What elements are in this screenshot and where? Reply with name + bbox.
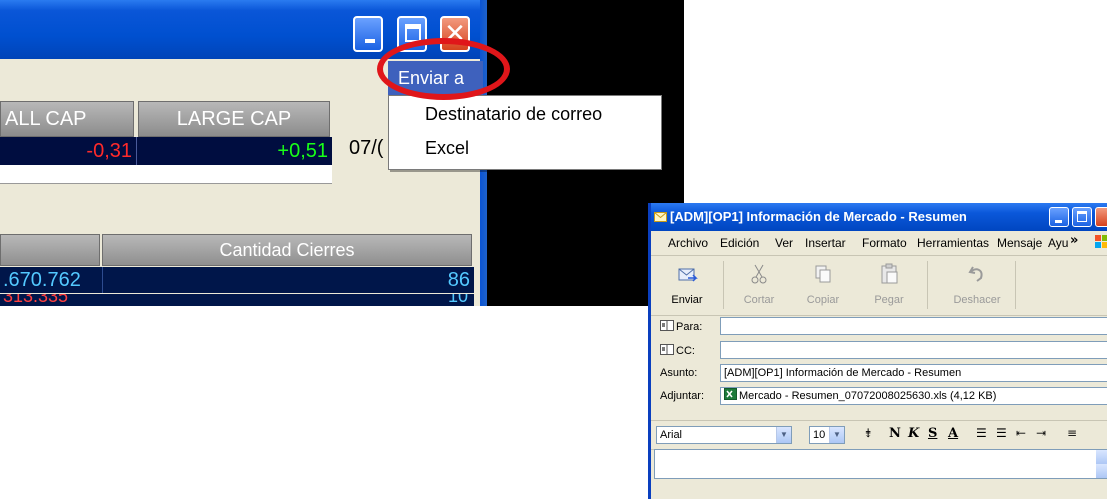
small-cap-header: ALL CAP bbox=[0, 101, 134, 137]
chevron-down-icon[interactable]: ▼ bbox=[776, 427, 791, 443]
menu-ver[interactable]: Ver bbox=[775, 236, 793, 250]
undo-label: Deshacer bbox=[953, 294, 1001, 306]
cc-row: CC: bbox=[651, 341, 1107, 361]
grid-header-amount[interactable] bbox=[0, 234, 100, 266]
mail-minimize-button[interactable] bbox=[1049, 207, 1069, 227]
paste-label: Pegar bbox=[874, 294, 904, 306]
menu-herramientas[interactable]: Herramientas bbox=[917, 236, 989, 250]
format-toolbar: Arial ▼ 10 ▼ ⇟ N K S A ☰ ☰ ⇤ ⇥ ≡ bbox=[651, 420, 1107, 450]
mail-maximize-button[interactable] bbox=[1072, 207, 1092, 227]
menu-ayuda[interactable]: Ayu bbox=[1048, 236, 1068, 250]
table-row[interactable]: 313.335 10 bbox=[0, 294, 474, 306]
font-size-value: 10 bbox=[813, 429, 826, 441]
cc-label: CC: bbox=[660, 344, 695, 357]
menu-edicion[interactable]: Edición bbox=[720, 236, 759, 250]
envelope-icon bbox=[654, 212, 667, 222]
chevron-right-icon[interactable]: » bbox=[1070, 233, 1078, 248]
maximize-icon bbox=[1077, 211, 1087, 222]
attachment-filename[interactable]: Mercado - Resumen_07072008025630.xls (4,… bbox=[739, 390, 996, 402]
cc-label-text: CC: bbox=[676, 345, 695, 357]
undo-icon bbox=[968, 266, 983, 282]
paste-icon bbox=[881, 263, 898, 284]
minimize-button[interactable] bbox=[353, 16, 383, 52]
amount-cell: 313.335 bbox=[3, 294, 69, 306]
bold-button[interactable]: N bbox=[889, 426, 901, 441]
font-select[interactable]: Arial ▼ bbox=[656, 426, 792, 444]
menu-insertar[interactable]: Insertar bbox=[805, 236, 846, 250]
font-color-button[interactable]: A bbox=[948, 426, 958, 441]
send-label: Enviar bbox=[671, 294, 703, 306]
cap-panel-footer bbox=[0, 165, 332, 184]
date-label: 07/( bbox=[349, 137, 384, 159]
decrease-indent-icon[interactable]: ⇤ bbox=[1016, 426, 1026, 440]
toolbar-separator bbox=[1015, 261, 1016, 309]
grid-header-qty[interactable]: Cantidad Cierres bbox=[102, 234, 472, 266]
windows-logo-icon bbox=[1095, 235, 1107, 248]
copy-button[interactable]: Copiar bbox=[795, 263, 851, 306]
numbered-list-icon[interactable]: ☰ bbox=[976, 426, 987, 440]
undo-button[interactable]: Deshacer bbox=[949, 263, 1005, 306]
qty-cell: 10 bbox=[447, 294, 468, 306]
copy-label: Copiar bbox=[806, 294, 840, 306]
table-row[interactable]: .670.762 86 bbox=[0, 267, 474, 293]
paragraph-style-icon[interactable]: ⇟ bbox=[863, 426, 873, 440]
address-book-icon bbox=[660, 344, 674, 355]
mail-close-button[interactable] bbox=[1095, 207, 1107, 227]
subject-label: Asunto: bbox=[660, 367, 698, 379]
mail-title: [ADM][OP1] Información de Mercado - Resu… bbox=[670, 209, 967, 224]
menu-formato[interactable]: Formato bbox=[862, 236, 907, 250]
amount-cell: .670.762 bbox=[3, 269, 81, 291]
subject-row: Asunto: [ADM][OP1] Información de Mercad… bbox=[651, 364, 1107, 384]
annotation-circle bbox=[377, 38, 510, 100]
to-row: Para: bbox=[651, 317, 1107, 337]
to-field[interactable] bbox=[720, 317, 1107, 335]
message-body[interactable] bbox=[654, 449, 1107, 479]
menu-mensaje[interactable]: Mensaje bbox=[997, 236, 1042, 250]
cc-field[interactable] bbox=[720, 341, 1107, 359]
toolbar-separator bbox=[927, 261, 928, 309]
excel-file-icon bbox=[724, 388, 737, 400]
underline-button[interactable]: S bbox=[928, 426, 937, 441]
large-cap-value: +0,51 bbox=[136, 137, 332, 165]
qty-cell: 86 bbox=[447, 269, 470, 291]
cell-divider bbox=[102, 267, 103, 293]
menu-item-excel[interactable]: Excel bbox=[425, 138, 469, 159]
attach-row: Adjuntar: Mercado - Resumen_070720080256… bbox=[651, 387, 1107, 407]
scissors-icon bbox=[751, 264, 767, 284]
address-book-icon bbox=[660, 320, 674, 331]
mail-toolbar: Enviar Cortar Copiar Pegar Deshacer bbox=[651, 255, 1107, 316]
subject-field[interactable]: [ADM][OP1] Información de Mercado - Resu… bbox=[720, 364, 1107, 382]
italic-button[interactable]: K bbox=[908, 426, 919, 441]
to-label-text: Para: bbox=[676, 321, 703, 333]
scroll-down-button[interactable] bbox=[1096, 464, 1107, 478]
scroll-up-button[interactable] bbox=[1096, 450, 1107, 464]
grid-edge bbox=[474, 226, 480, 306]
paste-button[interactable]: Pegar bbox=[861, 263, 917, 306]
font-size-select[interactable]: 10 ▼ bbox=[809, 426, 845, 444]
font-select-value: Arial bbox=[660, 429, 683, 441]
minimize-icon bbox=[365, 39, 375, 43]
mail-compose-window: [ADM][OP1] Información de Mercado - Resu… bbox=[648, 203, 1107, 499]
minimize-icon bbox=[1055, 220, 1062, 223]
align-left-icon[interactable]: ≡ bbox=[1067, 426, 1077, 440]
bullet-list-icon[interactable]: ☰ bbox=[996, 426, 1007, 440]
toolbar-separator bbox=[723, 261, 724, 309]
mail-title-bar: [ADM][OP1] Información de Mercado - Resu… bbox=[651, 203, 1107, 231]
increase-indent-icon[interactable]: ⇥ bbox=[1036, 426, 1046, 440]
menu-archivo[interactable]: Archivo bbox=[668, 236, 708, 250]
chevron-down-icon[interactable]: ▼ bbox=[829, 427, 844, 443]
mail-menu-bar: Archivo Edición Ver Insertar Formato Her… bbox=[651, 231, 1107, 256]
send-icon bbox=[678, 268, 698, 282]
copy-icon bbox=[815, 265, 831, 283]
to-label: Para: bbox=[660, 320, 702, 333]
attach-field[interactable]: Mercado - Resumen_07072008025630.xls (4,… bbox=[720, 387, 1107, 405]
cut-button[interactable]: Cortar bbox=[731, 263, 787, 306]
small-cap-value: -0,31 bbox=[0, 137, 136, 165]
cut-label: Cortar bbox=[743, 294, 775, 306]
attach-label: Adjuntar: bbox=[660, 390, 705, 402]
send-button[interactable]: Enviar bbox=[659, 263, 715, 306]
menu-item-mail-recipient[interactable]: Destinatario de correo bbox=[425, 104, 602, 125]
large-cap-header: LARGE CAP bbox=[138, 101, 330, 137]
send-to-submenu: Destinatario de correo Excel bbox=[388, 95, 662, 170]
